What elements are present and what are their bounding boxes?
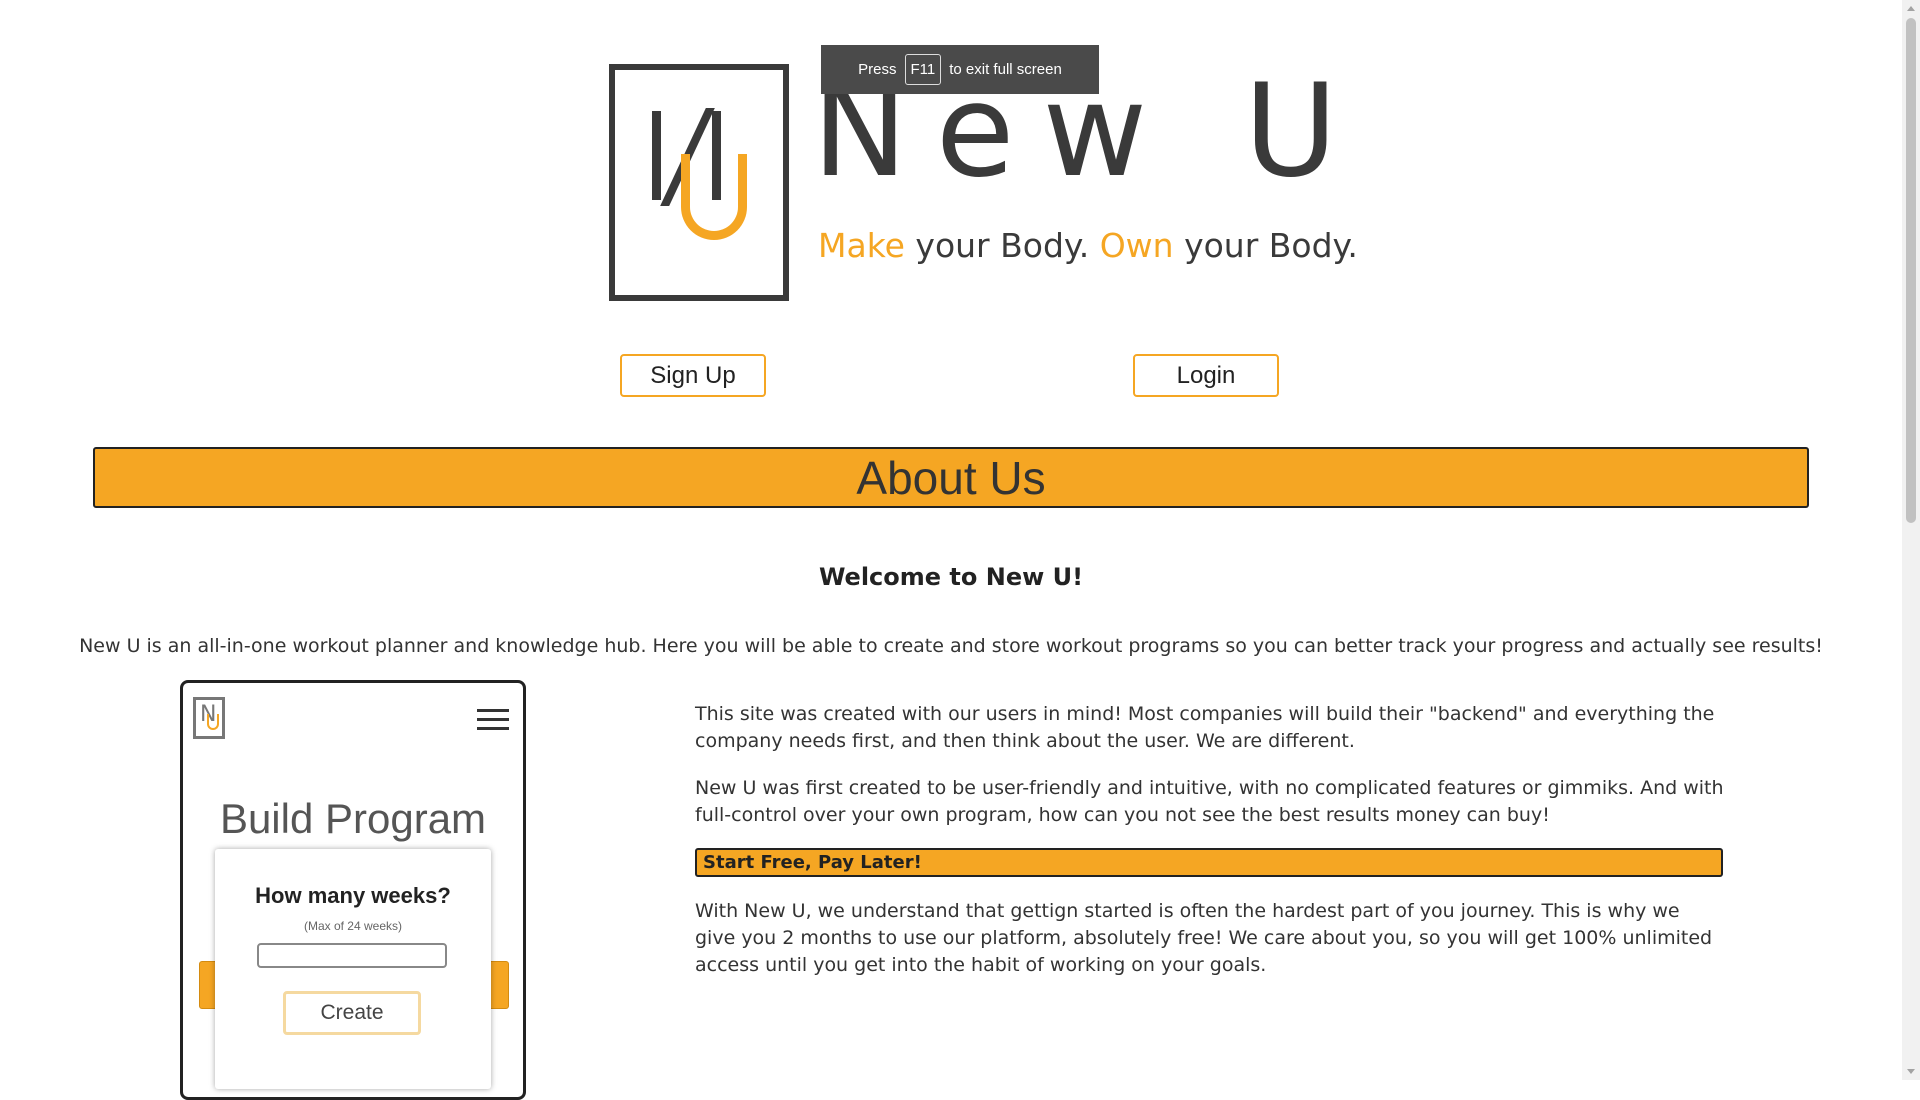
mockup-weeks-input — [257, 943, 447, 968]
scroll-up-arrow-icon[interactable] — [1907, 6, 1915, 11]
tagline-word-own: Own — [1099, 226, 1174, 265]
mockup-question: How many weeks? — [255, 883, 451, 908]
tagline-text: your Body. — [1173, 226, 1358, 265]
brand-tagline: Make your Body. Own your Body. — [818, 226, 1358, 265]
scrollbar-thumb[interactable] — [1906, 18, 1916, 523]
fullscreen-toast: Press F11 to exit full screen — [821, 45, 1099, 94]
about-paragraph-3: With New U, we understand that gettign s… — [695, 900, 1713, 976]
tagline-word-make: Make — [818, 226, 905, 265]
vertical-scrollbar[interactable] — [1902, 0, 1920, 1080]
mockup-title: Build Program — [219, 795, 487, 842]
page: New U Make your Body. Own your Body. Pre… — [0, 0, 1902, 1100]
phone-mockup-image: N Build Program How many weeks? (Max of … — [180, 680, 526, 1100]
logo-n-stroke — [652, 111, 661, 200]
toast-suffix: to exit full screen — [949, 61, 1062, 78]
mockup-create-button: Create — [283, 991, 421, 1035]
welcome-heading: Welcome to New U! — [818, 563, 1084, 591]
about-title: About Us — [856, 451, 1046, 504]
about-banner: About Us — [93, 447, 1809, 508]
sign-up-button[interactable]: Sign Up — [620, 354, 766, 397]
toast-key: F11 — [904, 54, 942, 85]
mockup-modal: How many weeks? (Max of 24 weeks) Create — [215, 849, 491, 1089]
login-button[interactable]: Login — [1133, 354, 1279, 397]
intro-text: New U is an all-in-one workout planner a… — [79, 635, 1823, 657]
mockup-logo: N — [193, 697, 225, 739]
logo-mark — [609, 64, 789, 301]
mockup-note: (Max of 24 weeks) — [303, 919, 403, 933]
about-paragraph-1: This site was created with our users in … — [695, 703, 1715, 752]
mockup-logo-u — [207, 714, 219, 730]
start-free-banner: Start Free, Pay Later! — [695, 848, 1723, 877]
scroll-down-arrow-icon[interactable] — [1907, 1069, 1915, 1074]
toast-prefix: Press — [858, 61, 897, 78]
logo-u-stroke — [681, 154, 747, 240]
tagline-text: your Body. — [904, 226, 1100, 265]
about-paragraph-2: New U was first created to be user-frien… — [695, 777, 1724, 826]
hamburger-menu-icon — [477, 709, 509, 736]
